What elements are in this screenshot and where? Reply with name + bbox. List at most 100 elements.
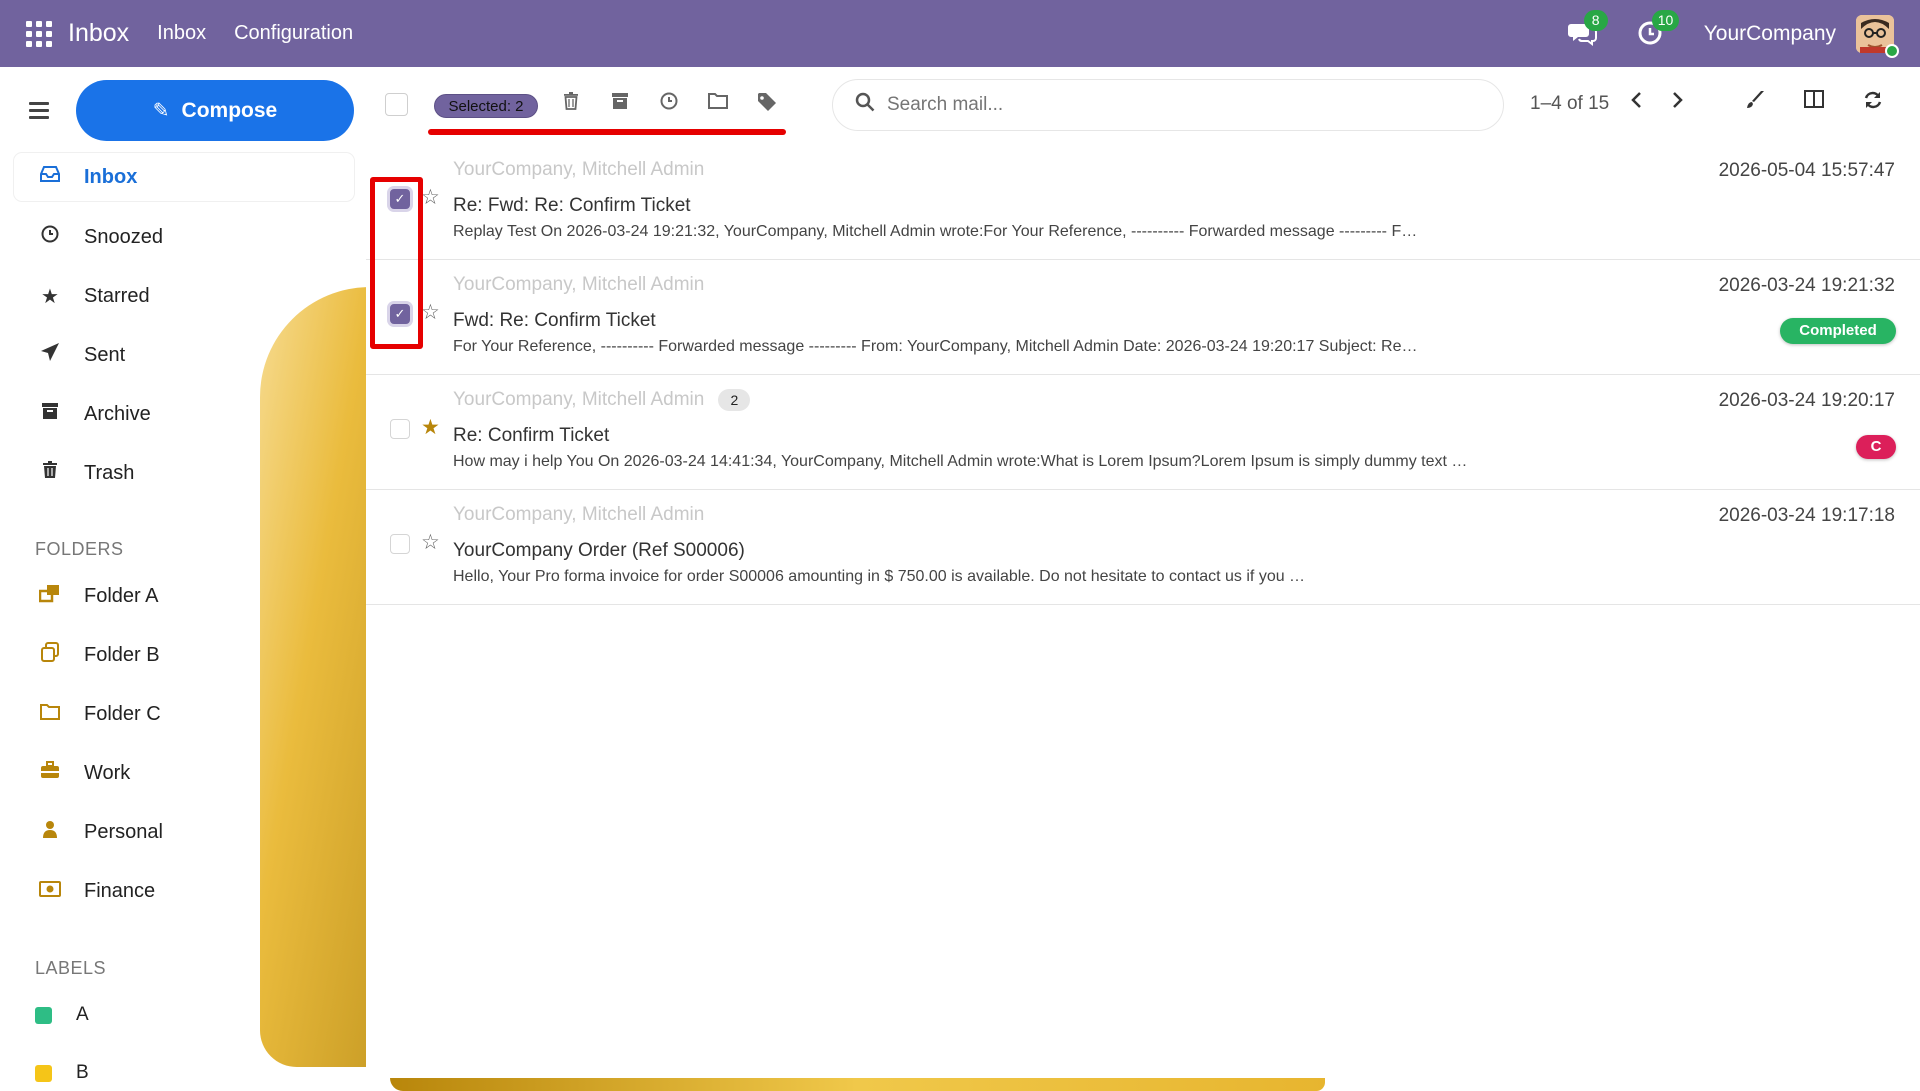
star-outline-icon[interactable]: ☆ bbox=[421, 300, 440, 325]
paper-plane-icon bbox=[36, 342, 64, 368]
date: 2026-03-24 19:17:18 bbox=[1718, 505, 1895, 526]
sidebar-item-label: Inbox bbox=[84, 165, 138, 188]
row-checkbox[interactable] bbox=[390, 534, 410, 554]
sidebar-item-starred[interactable]: ★ Starred bbox=[14, 272, 354, 320]
message-row[interactable]: ✓ ☆ YourCompany, Mitchell Admin Fwd: Re:… bbox=[366, 260, 1920, 375]
label-color-swatch bbox=[35, 1064, 52, 1082]
star-filled-icon[interactable]: ★ bbox=[421, 415, 440, 440]
label-name: A bbox=[76, 1004, 89, 1025]
paintbrush-icon bbox=[1747, 91, 1764, 108]
search-input[interactable] bbox=[887, 94, 1447, 116]
nav-configuration[interactable]: Configuration bbox=[234, 22, 353, 45]
activities-button[interactable]: 10 bbox=[1636, 9, 1680, 50]
compose-button[interactable]: ✎ Compose bbox=[76, 80, 354, 141]
archive-icon bbox=[36, 402, 64, 426]
trash-icon bbox=[36, 461, 64, 485]
toggle-preview-pane-button[interactable] bbox=[1804, 90, 1824, 114]
thread-count-badge: 2 bbox=[718, 389, 751, 411]
label-item-b[interactable]: B bbox=[35, 1062, 89, 1084]
user-icon bbox=[36, 820, 64, 844]
sidebar-item-snoozed[interactable]: Snoozed bbox=[14, 213, 354, 261]
company-switcher[interactable]: YourCompany bbox=[1704, 22, 1836, 46]
sidebar-item-trash[interactable]: Trash bbox=[14, 449, 354, 497]
messages-count-badge: 8 bbox=[1583, 9, 1608, 31]
folder-icon bbox=[36, 703, 64, 726]
messages-button[interactable]: 8 bbox=[1567, 9, 1608, 50]
sidebar-item-label: Sent bbox=[84, 343, 126, 366]
sidebar-item-label: Trash bbox=[84, 461, 135, 484]
apply-label-button[interactable] bbox=[756, 92, 778, 116]
move-to-folder-button[interactable] bbox=[707, 92, 729, 116]
subject: Re: Fwd: Re: Confirm Ticket bbox=[453, 195, 691, 216]
preview: Hello, Your Pro forma invoice for order … bbox=[453, 568, 1306, 585]
user-avatar[interactable] bbox=[1856, 14, 1899, 58]
select-all-checkbox[interactable] bbox=[385, 93, 408, 116]
top-navbar: Inbox Inbox Configuration 8 10 YourCompa… bbox=[0, 0, 1920, 67]
snooze-button[interactable] bbox=[658, 92, 680, 116]
apps-grid-icon[interactable] bbox=[26, 20, 52, 47]
sidebar-item-archive[interactable]: Archive bbox=[14, 390, 354, 438]
app-title[interactable]: Inbox bbox=[68, 19, 129, 48]
folders-icon bbox=[36, 583, 64, 609]
preview: For Your Reference, ---------- Forwarded… bbox=[453, 338, 1418, 355]
date: 2026-03-24 19:21:32 bbox=[1718, 275, 1895, 296]
sidebar-item-label: Snoozed bbox=[84, 225, 163, 248]
star-outline-icon[interactable]: ☆ bbox=[421, 185, 440, 210]
pencil-icon: ✎ bbox=[152, 100, 170, 122]
sidebar-item-label: Starred bbox=[84, 284, 150, 307]
archive-button[interactable] bbox=[609, 92, 631, 116]
customize-button[interactable] bbox=[1745, 90, 1765, 116]
subject: Fwd: Re: Confirm Ticket bbox=[453, 310, 656, 331]
search-icon bbox=[855, 92, 875, 118]
sidebar-item-sent[interactable]: Sent bbox=[14, 331, 354, 379]
label-name: B bbox=[76, 1062, 89, 1083]
inbox-icon bbox=[36, 165, 64, 189]
label-color-swatch bbox=[35, 1006, 52, 1024]
refresh-icon bbox=[1864, 91, 1882, 109]
annotation-underline bbox=[428, 129, 786, 135]
next-page-button[interactable] bbox=[1672, 90, 1684, 116]
annotation-highlight-box bbox=[370, 177, 423, 349]
nav-inbox[interactable]: Inbox bbox=[157, 22, 206, 45]
sidebar-item-folder-c[interactable]: Folder C bbox=[14, 690, 354, 738]
sidebar-item-label: Finance bbox=[84, 879, 156, 902]
compose-label: Compose bbox=[181, 98, 278, 122]
sidebar-item-personal[interactable]: Personal bbox=[14, 808, 354, 856]
sidebar-item-inbox[interactable]: Inbox bbox=[14, 153, 354, 201]
online-status-dot bbox=[1885, 43, 1899, 58]
status-badge[interactable]: Completed bbox=[1780, 318, 1896, 344]
sidebar-item-finance[interactable]: Finance bbox=[14, 867, 354, 915]
message-row[interactable]: ★ YourCompany, Mitchell Admin 2 Re: Confi… bbox=[366, 375, 1920, 490]
message-list: ✓ ☆ YourCompany, Mitchell Admin Re: Fwd:… bbox=[366, 145, 1920, 605]
date: 2026-03-24 19:20:17 bbox=[1718, 390, 1895, 411]
hamburger-menu-icon[interactable] bbox=[29, 102, 49, 123]
chevron-right-icon bbox=[1673, 92, 1683, 108]
activities-count-badge: 10 bbox=[1651, 9, 1680, 31]
sidebar-item-label: Folder C bbox=[84, 702, 161, 725]
sender: YourCompany, Mitchell Admin 2 bbox=[453, 389, 751, 411]
sender: YourCompany, Mitchell Admin bbox=[453, 159, 705, 180]
labels-heading: LABELS bbox=[35, 958, 107, 978]
label-item-a[interactable]: A bbox=[35, 1004, 89, 1026]
sender-name: YourCompany, Mitchell Admin bbox=[453, 389, 705, 411]
star-outline-icon[interactable]: ☆ bbox=[421, 530, 440, 555]
sidebar-item-work[interactable]: Work bbox=[14, 749, 354, 797]
sidebar-item-folder-b[interactable]: Folder B bbox=[14, 631, 354, 679]
preview: How may i help You On 2026-03-24 14:41:3… bbox=[453, 453, 1468, 470]
preview: Replay Test On 2026-03-24 19:21:32, Your… bbox=[453, 223, 1418, 240]
label-badge[interactable]: C bbox=[1856, 435, 1896, 459]
sender: YourCompany, Mitchell Admin bbox=[453, 504, 705, 525]
refresh-button[interactable] bbox=[1863, 90, 1883, 116]
search-bar[interactable] bbox=[832, 79, 1504, 131]
message-row[interactable]: ✓ ☆ YourCompany, Mitchell Admin Re: Fwd:… bbox=[366, 145, 1920, 260]
sender: YourCompany, Mitchell Admin bbox=[453, 274, 705, 295]
sidebar-item-folder-a[interactable]: Folder A bbox=[14, 572, 354, 620]
pager-value[interactable]: 1–4 of 15 bbox=[1530, 93, 1609, 115]
previous-page-button[interactable] bbox=[1630, 90, 1642, 116]
row-checkbox[interactable] bbox=[390, 419, 410, 439]
archive-icon bbox=[612, 93, 628, 109]
subject: Re: Confirm Ticket bbox=[453, 425, 610, 446]
delete-button[interactable] bbox=[560, 92, 582, 116]
message-row[interactable]: ☆ YourCompany, Mitchell Admin YourCompan… bbox=[366, 490, 1920, 605]
chevron-left-icon bbox=[1631, 92, 1641, 108]
